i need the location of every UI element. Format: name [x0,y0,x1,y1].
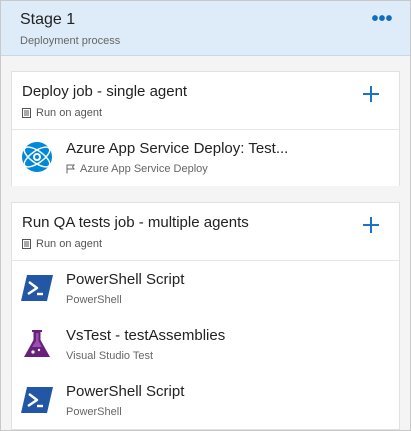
task-subtitle-row: PowerShell [66,406,122,418]
stage-subtitle: Deployment process [20,35,121,47]
task-row[interactable]: Azure App Service Deploy: Test... Azure … [12,130,399,186]
powershell-icon [21,275,53,301]
vstest-flask-icon [24,330,50,357]
add-task-button[interactable] [361,84,381,104]
job-card-qa-tests: Run QA tests job - multiple agents Run o… [11,202,400,430]
task-row[interactable]: PowerShell Script PowerShell [12,261,399,317]
task-subtitle-row: PowerShell [66,294,122,306]
task-title: VsTest - testAssemblies [66,327,226,344]
job-subtitle: Run on agent [36,238,103,250]
job-subtitle-row: Run on agent [22,107,102,119]
job-card-deploy: Deploy job - single agent Run on agent A… [11,71,400,186]
job-subtitle-row: Run on agent [22,238,102,250]
more-options-icon[interactable]: ••• [370,9,394,33]
task-subtitle-row: Visual Studio Test [66,350,153,362]
job-subtitle: Run on agent [36,107,103,119]
job-title: Run QA tests job - multiple agents [22,214,249,231]
stage-header[interactable]: Stage 1 Deployment process ••• [1,1,410,56]
stage-title: Stage 1 [20,11,76,28]
task-subtitle: PowerShell [66,406,122,418]
agent-icon [22,108,31,118]
task-subtitle: Azure App Service Deploy [80,163,208,175]
azure-app-service-icon [22,142,52,172]
flag-icon [66,164,75,174]
task-title: PowerShell Script [66,383,185,400]
job-header[interactable]: Deploy job - single agent Run on agent [12,72,399,130]
task-row[interactable]: PowerShell Script PowerShell [12,373,399,429]
task-title: PowerShell Script [66,271,185,288]
task-row[interactable]: VsTest - testAssemblies Visual Studio Te… [12,317,399,373]
task-subtitle: Visual Studio Test [66,350,154,362]
task-subtitle-row: Azure App Service Deploy [66,163,208,175]
agent-icon [22,239,31,249]
job-title: Deploy job - single agent [22,83,188,100]
task-subtitle: PowerShell [66,294,122,306]
add-task-button[interactable] [361,215,381,235]
powershell-icon [21,387,53,413]
job-header[interactable]: Run QA tests job - multiple agents Run o… [12,203,399,261]
task-title: Azure App Service Deploy: Test... [66,140,289,157]
release-stage-panel: Stage 1 Deployment process ••• Deploy jo… [0,0,411,431]
